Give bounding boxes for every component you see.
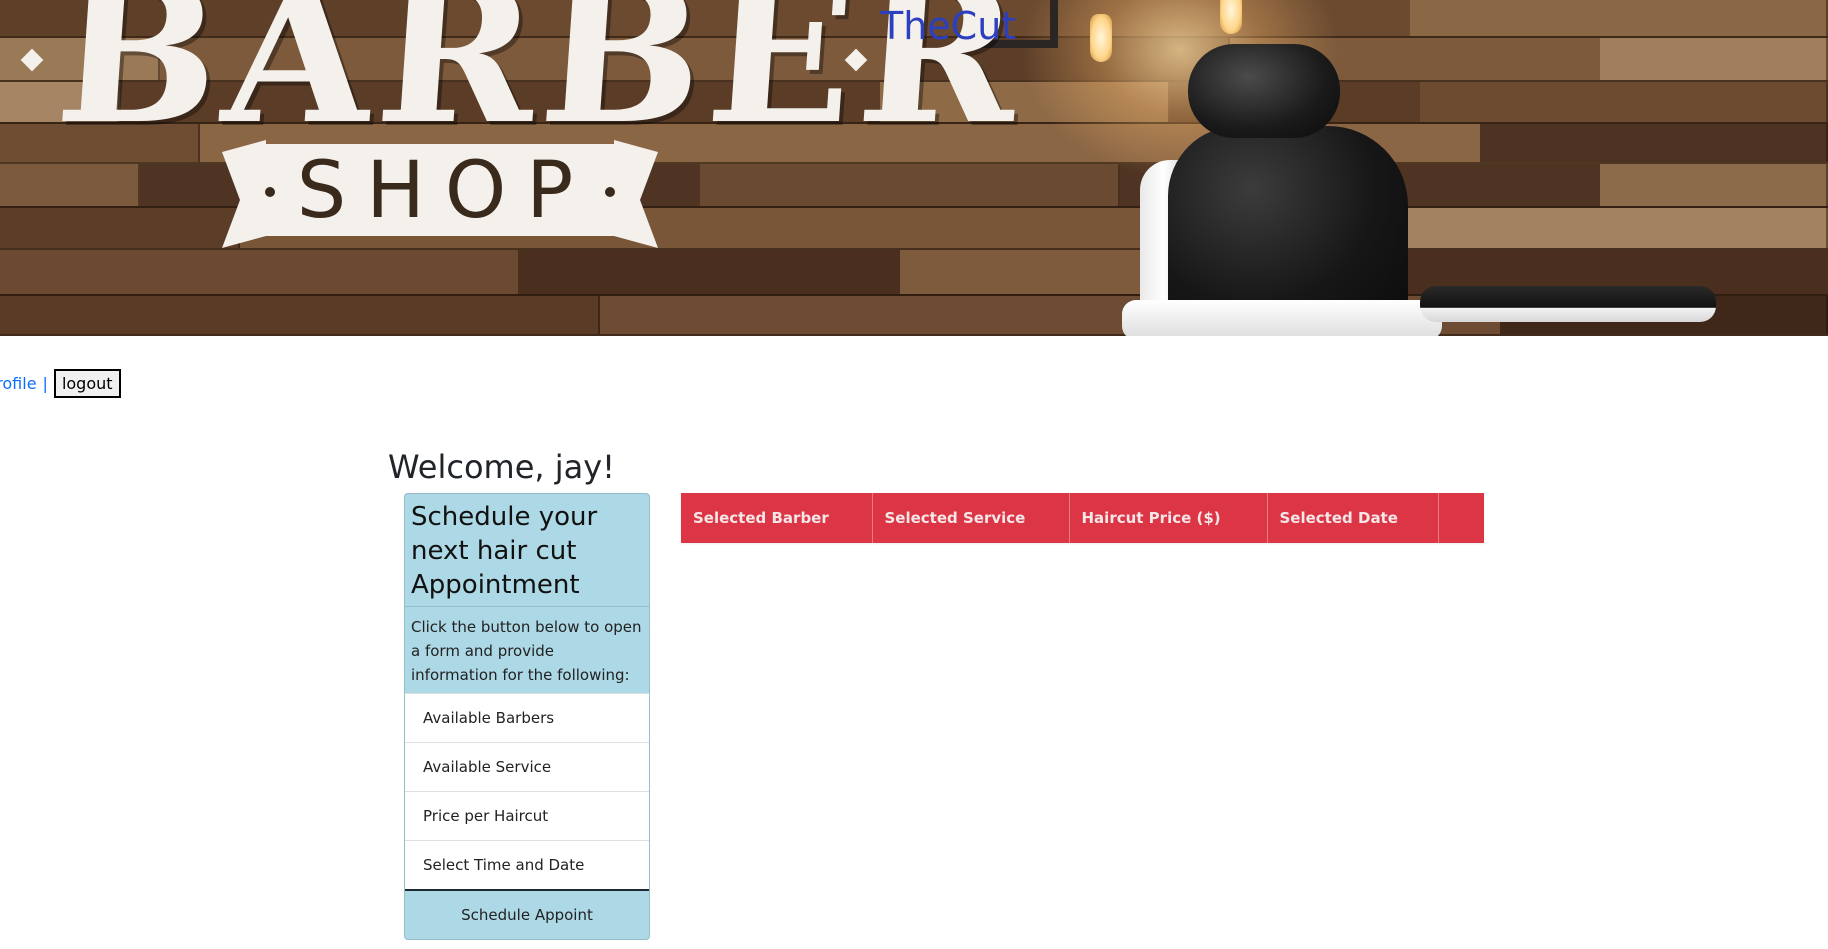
table-header-row: Selected Barber Selected Service Haircut… <box>681 493 1484 543</box>
pipe <box>1050 0 1058 48</box>
light-bulb-icon <box>1090 14 1112 62</box>
requirements-list: Available Barbers Available Service Pric… <box>405 693 649 889</box>
barber-shop-logo: BARBER SHOP <box>0 0 1031 300</box>
card-description: Click the button below to open a form an… <box>411 618 642 684</box>
appointments-table: Selected Barber Selected Service Haircut… <box>681 493 1484 543</box>
list-item-price: Price per Haircut <box>405 791 649 840</box>
welcome-heading: Welcome, jay! <box>388 448 615 486</box>
header-selected-barber: Selected Barber <box>681 493 873 543</box>
nav-separator: | <box>42 373 48 393</box>
list-item-time-date: Select Time and Date <box>405 840 649 889</box>
logo-sub-word: SHOP <box>296 146 594 236</box>
header-haircut-price: Haircut Price ($) <box>1069 493 1268 543</box>
light-bulb-icon <box>1220 0 1242 34</box>
list-item-barbers: Available Barbers <box>405 693 649 742</box>
profile-link[interactable]: profile <box>0 374 37 393</box>
chair-seat <box>1122 300 1442 336</box>
chair-headrest <box>1188 44 1340 138</box>
logout-button[interactable]: logout <box>53 368 121 398</box>
chair-armrest <box>1420 286 1716 322</box>
diamond-ornament <box>20 48 44 72</box>
header-selected-service: Selected Service <box>872 493 1070 543</box>
schedule-appointment-button[interactable]: Schedule Appoint <box>405 889 649 939</box>
user-nav: profile | logout <box>0 368 121 398</box>
brand-title[interactable]: TheCut <box>880 4 1016 50</box>
header-selected-date: Selected Date <box>1267 493 1439 543</box>
schedule-card: Schedule your next hair cut Appointment … <box>404 493 650 940</box>
hero-banner: BARBER SHOP TheCut <box>0 0 1828 336</box>
list-item-service: Available Service <box>405 742 649 791</box>
card-title: Schedule your next hair cut Appointment <box>405 494 649 607</box>
header-actions <box>1438 493 1484 543</box>
